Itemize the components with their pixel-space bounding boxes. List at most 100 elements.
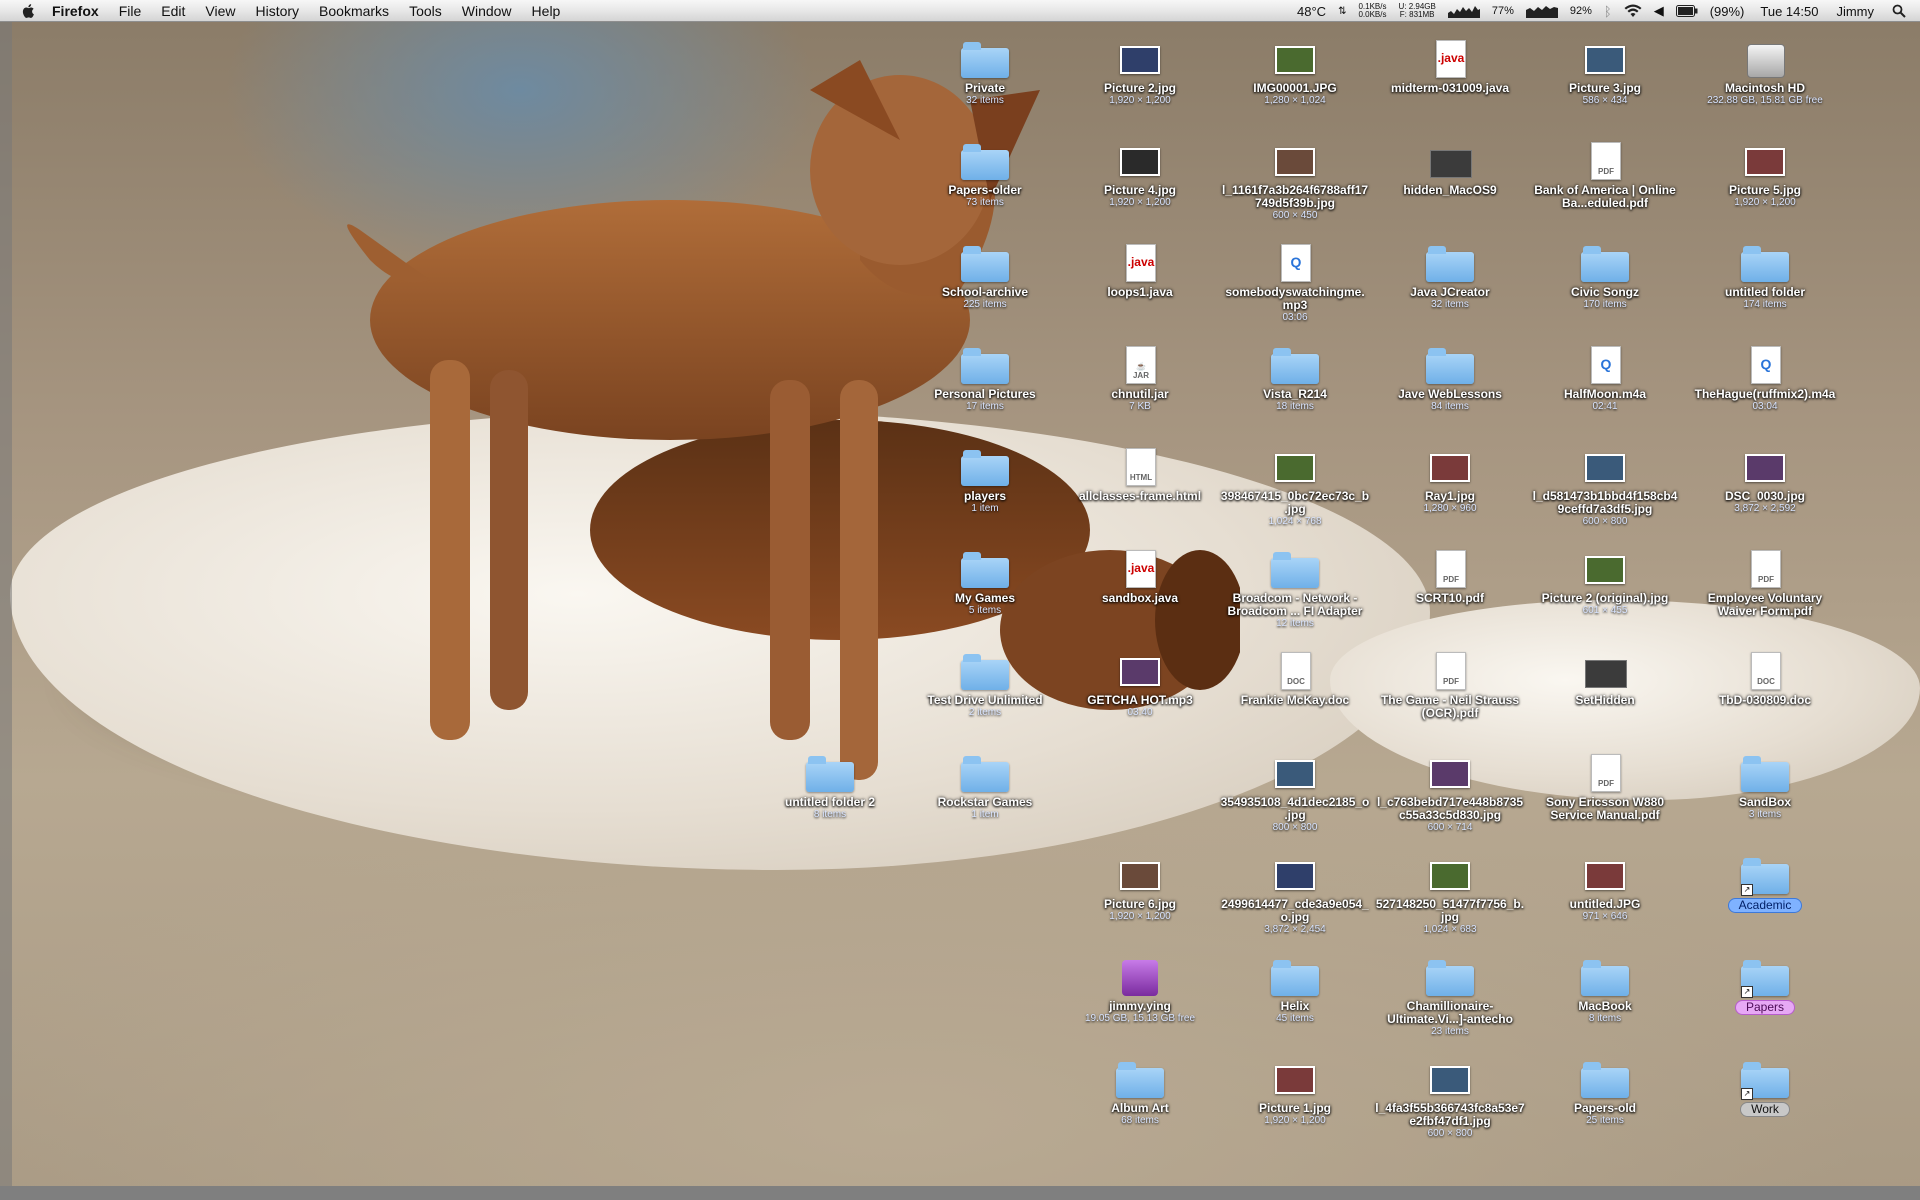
volume-icon[interactable]: ◀	[1654, 3, 1664, 19]
disk-monitor[interactable]: U: 2.94GB F: 831MB	[1398, 3, 1435, 19]
desktop-icon[interactable]: Q HalfMoon.m4a 02:41	[1530, 346, 1680, 412]
menu-help[interactable]: Help	[532, 3, 561, 19]
menu-edit[interactable]: Edit	[161, 3, 185, 19]
clock[interactable]: Tue 14:50	[1760, 4, 1818, 19]
desktop-icon[interactable]: GETCHA HOT.mp3 03:40	[1065, 652, 1215, 718]
desktop-icon[interactable]: School-archive 225 items	[910, 244, 1060, 310]
desktop-icon-label: untitled.JPG	[1569, 897, 1641, 911]
desktop-icon[interactable]: Vista_R214 18 items	[1220, 346, 1370, 412]
desktop-icon[interactable]: Papers-old 25 items	[1530, 1060, 1680, 1126]
desktop-icon[interactable]: .java sandbox.java	[1065, 550, 1215, 605]
desktop-icon[interactable]: l_4fa3f55b366743fc8a53e7e2fbf47df1.jpg 60…	[1375, 1060, 1525, 1139]
desktop-icon[interactable]: My Games 5 items	[910, 550, 1060, 616]
desktop-icon[interactable]: DSC_0030.jpg 3,872 × 2,592	[1690, 448, 1840, 514]
desktop-icon[interactable]: Picture 3.jpg 586 × 434	[1530, 40, 1680, 106]
desktop-icon-info: 19.05 GB, 15.13 GB free	[1084, 1013, 1196, 1024]
desktop-icon[interactable]: Picture 5.jpg 1,920 × 1,200	[1690, 142, 1840, 208]
desktop-icon[interactable]: Broadcom - Network - Broadcom ... FI Ada…	[1220, 550, 1370, 629]
desktop-icon[interactable]: PDF The Game - Neil Strauss (OCR).pdf	[1375, 652, 1525, 720]
desktop-icon[interactable]: ☕ JAR chnutil.jar 7 KB	[1065, 346, 1215, 412]
desktop-icon[interactable]: jimmy.ying 19.05 GB, 15.13 GB free	[1065, 958, 1215, 1024]
desktop-icon[interactable]: Civic Songz 170 items	[1530, 244, 1680, 310]
bluetooth-icon[interactable]: ᛒ	[1604, 4, 1612, 19]
desktop-icon[interactable]: PDF Sony Ericsson W880 Service Manual.pdf	[1530, 754, 1680, 822]
desktop-icon[interactable]: 527148250_51477f7756_b.jpg 1,024 × 683	[1375, 856, 1525, 935]
hard-drive-icon	[1741, 40, 1789, 80]
desktop-icon[interactable]: Rockstar Games 1 item	[910, 754, 1060, 820]
wifi-icon[interactable]	[1624, 4, 1642, 18]
desktop-icon[interactable]: MacBook 8 items	[1530, 958, 1680, 1024]
spotlight-search-icon[interactable]	[1892, 4, 1906, 18]
desktop-icon[interactable]: Test Drive Unlimited 2 items	[910, 652, 1060, 718]
menu-file[interactable]: File	[119, 3, 142, 19]
desktop-icon[interactable]: Private 32 items	[910, 40, 1060, 106]
desktop-icon[interactable]: PDF SCRT10.pdf	[1375, 550, 1525, 605]
menu-history[interactable]: History	[255, 3, 299, 19]
desktop-icon[interactable]: SetHidden	[1530, 652, 1680, 707]
app-menu[interactable]: Firefox	[52, 3, 99, 19]
desktop-icon[interactable]: Papers-older 73 items	[910, 142, 1060, 208]
desktop-icon[interactable]: 354935108_4d1dec2185_o.jpg 800 × 800	[1220, 754, 1370, 833]
desktop-icon-label: Helix	[1280, 999, 1310, 1013]
desktop-icon[interactable]: Macintosh HD 232.88 GB, 15.81 GB free	[1690, 40, 1840, 106]
image-thumbnail-icon	[1426, 1060, 1474, 1100]
desktop-icon[interactable]: ↗ Academic	[1690, 856, 1840, 914]
desktop-icon[interactable]: hidden_MacOS9	[1375, 142, 1525, 197]
desktop-icon-label: Picture 3.jpg	[1568, 81, 1642, 95]
desktop-icon[interactable]: Java JCreator 32 items	[1375, 244, 1525, 310]
folder-icon	[1741, 244, 1789, 284]
desktop-icon[interactable]: PDF Bank of America | Online Ba...eduled.…	[1530, 142, 1680, 210]
desktop-icon[interactable]: untitled.JPG 971 × 646	[1530, 856, 1680, 922]
desktop-icon[interactable]: DOC Frankie McKay.doc	[1220, 652, 1370, 707]
desktop-icon[interactable]: l_1161f7a3b264f6788aff17749d5f39b.jpg 600…	[1220, 142, 1370, 221]
desktop-icon[interactable]: untitled folder 28 items	[755, 754, 905, 820]
menu-tools[interactable]: Tools	[409, 3, 442, 19]
desktop-icon[interactable]: Personal Pictures 17 items	[910, 346, 1060, 412]
desktop-icon[interactable]: Picture 4.jpg 1,920 × 1,200	[1065, 142, 1215, 208]
user-menu[interactable]: Jimmy	[1836, 4, 1874, 19]
temperature-readout[interactable]: 48°C	[1297, 4, 1326, 19]
image-thumbnail-icon	[1116, 40, 1164, 80]
desktop-icon[interactable]: Jave WebLessons 84 items	[1375, 346, 1525, 412]
menu-view[interactable]: View	[205, 3, 235, 19]
memory-graph-icon[interactable]	[1525, 4, 1558, 18]
desktop-icon[interactable]: HTML allclasses-frame.html	[1065, 448, 1215, 503]
desktop-icon[interactable]: players 1 item	[910, 448, 1060, 514]
desktop-icon[interactable]: untitled folder 174 items	[1690, 244, 1840, 310]
battery-percent: (99%)	[1709, 3, 1745, 19]
desktop-icon-info: 8 items	[813, 809, 847, 820]
desktop-icon[interactable]: DOC TbD-030809.doc	[1690, 652, 1840, 707]
desktop-icon[interactable]: Picture 2.jpg 1,920 × 1,200	[1065, 40, 1215, 106]
desktop-icon[interactable]: .java loops1.java	[1065, 244, 1215, 299]
desktop-icon[interactable]: .java midterm-031009.java	[1375, 40, 1525, 95]
desktop-icon[interactable]: Helix 45 items	[1220, 958, 1370, 1024]
desktop-icon-label: DSC_0030.jpg	[1724, 489, 1806, 503]
desktop-icon[interactable]: ↗ Work	[1690, 1060, 1840, 1118]
menu-window[interactable]: Window	[462, 3, 512, 19]
desktop-icon[interactable]: 2499614477_cde3a9e054_o.jpg 3,872 × 2,454	[1220, 856, 1370, 935]
apple-menu-icon[interactable]	[20, 3, 38, 19]
menu-bookmarks[interactable]: Bookmarks	[319, 3, 389, 19]
desktop-icon[interactable]: l_c763bebd717e448b8735c55a33c5d830.jpg 60…	[1375, 754, 1525, 833]
desktop-icon[interactable]: IMG00001.JPG 1,280 × 1,024	[1220, 40, 1370, 106]
desktop-icon[interactable]: SandBox 3 items	[1690, 754, 1840, 820]
desktop-icon[interactable]: Album Art 68 items	[1065, 1060, 1215, 1126]
desktop-icon[interactable]: Chamillionaire-Ultimate.Vi...]-antecho 23…	[1375, 958, 1525, 1037]
desktop-icon[interactable]: PDF Employee Voluntary Waiver Form.pdf	[1690, 550, 1840, 618]
desktop-icon[interactable]: Q TheHague(ruffmix2).m4a 03:04	[1690, 346, 1840, 412]
desktop-icon-info: 1 item	[971, 503, 999, 514]
desktop-icon-info: 601 × 455	[1582, 605, 1628, 616]
cpu-graph-icon[interactable]	[1447, 4, 1480, 18]
desktop-icon-info: 32 items	[1431, 299, 1469, 310]
desktop-icon[interactable]: 398467415_0bc72ec73c_b.jpg 1,024 × 768	[1220, 448, 1370, 527]
desktop-icon[interactable]: Picture 1.jpg 1,920 × 1,200	[1220, 1060, 1370, 1126]
desktop-icon[interactable]: Picture 6.jpg 1,920 × 1,200	[1065, 856, 1215, 922]
desktop-icon[interactable]: Picture 2 (original).jpg 601 × 455	[1530, 550, 1680, 616]
desktop-icon[interactable]: Qsomebodyswatchingme.mp3 03:06	[1220, 244, 1370, 323]
desktop-icon[interactable]: Ray1.jpg 1,280 × 960	[1375, 448, 1525, 514]
battery-icon[interactable]	[1675, 5, 1698, 17]
desktop-icon[interactable]: l_d581473b1bbd4f158cb49ceffd7a3df5.jpg 60…	[1530, 448, 1680, 527]
network-monitor[interactable]: 0.1KB/s 0.0KB/s	[1358, 3, 1386, 19]
desktop-icon[interactable]: ↗ Papers	[1690, 958, 1840, 1016]
desktop-icon-info: 12 items	[1276, 618, 1314, 629]
